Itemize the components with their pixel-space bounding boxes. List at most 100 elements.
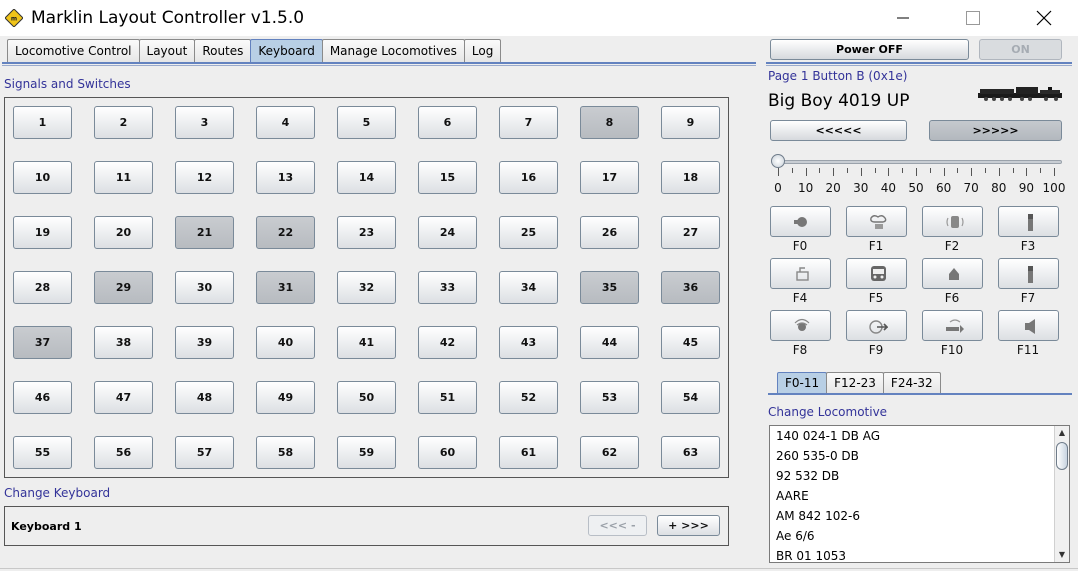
signal-key-4[interactable]: 4 — [256, 106, 315, 139]
signal-key-6[interactable]: 6 — [418, 106, 477, 139]
signal-key-28[interactable]: 28 — [13, 271, 72, 304]
signal-key-62[interactable]: 62 — [580, 436, 639, 469]
signal-key-3[interactable]: 3 — [175, 106, 234, 139]
signal-key-47[interactable]: 47 — [94, 381, 153, 414]
list-item[interactable]: Ae 6/6 — [776, 529, 815, 543]
power-off-button[interactable]: Power OFF — [770, 39, 969, 60]
scroll-down-icon[interactable]: ▼ — [1055, 548, 1069, 562]
function-button-f7[interactable] — [998, 258, 1059, 289]
signal-key-22[interactable]: 22 — [256, 216, 315, 249]
signal-key-15[interactable]: 15 — [418, 161, 477, 194]
signal-key-49[interactable]: 49 — [256, 381, 315, 414]
signal-key-54[interactable]: 54 — [661, 381, 720, 414]
signal-key-8[interactable]: 8 — [580, 106, 639, 139]
signal-key-7[interactable]: 7 — [499, 106, 558, 139]
tab-layout[interactable]: Layout — [138, 39, 196, 62]
signal-key-48[interactable]: 48 — [175, 381, 234, 414]
previous-keyboard-button[interactable]: <<< - — [588, 515, 647, 536]
forward-direction-button[interactable]: >>>>> — [929, 120, 1062, 141]
signal-key-35[interactable]: 35 — [580, 271, 639, 304]
close-icon[interactable] — [1020, 2, 1066, 34]
list-item[interactable]: BR 01 1053 — [776, 549, 846, 562]
signal-key-29[interactable]: 29 — [94, 271, 153, 304]
function-button-f3[interactable] — [998, 206, 1059, 237]
function-button-f6[interactable] — [922, 258, 983, 289]
signal-key-20[interactable]: 20 — [94, 216, 153, 249]
minimize-icon[interactable] — [880, 2, 926, 34]
signal-key-19[interactable]: 19 — [13, 216, 72, 249]
signal-key-45[interactable]: 45 — [661, 326, 720, 359]
signal-key-60[interactable]: 60 — [418, 436, 477, 469]
signal-key-38[interactable]: 38 — [94, 326, 153, 359]
signal-key-41[interactable]: 41 — [337, 326, 396, 359]
tab-log[interactable]: Log — [463, 39, 502, 62]
tab-keyboard[interactable]: Keyboard — [250, 39, 323, 62]
function-button-f2[interactable] — [922, 206, 983, 237]
signal-key-11[interactable]: 11 — [94, 161, 153, 194]
signal-key-44[interactable]: 44 — [580, 326, 639, 359]
signal-key-10[interactable]: 10 — [13, 161, 72, 194]
signal-key-13[interactable]: 13 — [256, 161, 315, 194]
function-button-f11[interactable] — [998, 310, 1059, 341]
function-button-f5[interactable] — [846, 258, 907, 289]
signal-key-61[interactable]: 61 — [499, 436, 558, 469]
function-button-f1[interactable] — [846, 206, 907, 237]
signal-key-18[interactable]: 18 — [661, 161, 720, 194]
signal-key-39[interactable]: 39 — [175, 326, 234, 359]
signal-key-37[interactable]: 37 — [13, 326, 72, 359]
signal-key-59[interactable]: 59 — [337, 436, 396, 469]
tab-locomotive-control[interactable]: Locomotive Control — [7, 39, 140, 62]
list-item[interactable]: AM 842 102-6 — [776, 509, 860, 523]
signal-key-25[interactable]: 25 — [499, 216, 558, 249]
signal-key-16[interactable]: 16 — [499, 161, 558, 194]
signal-key-24[interactable]: 24 — [418, 216, 477, 249]
signal-key-21[interactable]: 21 — [175, 216, 234, 249]
signal-key-42[interactable]: 42 — [418, 326, 477, 359]
signal-key-14[interactable]: 14 — [337, 161, 396, 194]
signal-key-52[interactable]: 52 — [499, 381, 558, 414]
list-item[interactable]: 260 535-0 DB — [776, 449, 859, 463]
function-button-f0[interactable] — [770, 206, 831, 237]
function-button-f4[interactable] — [770, 258, 831, 289]
speed-slider-thumb[interactable] — [771, 154, 785, 168]
signal-key-17[interactable]: 17 — [580, 161, 639, 194]
signal-key-26[interactable]: 26 — [580, 216, 639, 249]
tab-f0-11[interactable]: F0-11 — [777, 372, 828, 393]
signal-key-63[interactable]: 63 — [661, 436, 720, 469]
signal-key-57[interactable]: 57 — [175, 436, 234, 469]
signal-key-51[interactable]: 51 — [418, 381, 477, 414]
reverse-direction-button[interactable]: <<<<< — [770, 120, 907, 141]
list-item[interactable]: AARE — [776, 489, 809, 503]
signal-key-30[interactable]: 30 — [175, 271, 234, 304]
maximize-icon[interactable] — [950, 2, 996, 34]
function-button-f10[interactable] — [922, 310, 983, 341]
signal-key-50[interactable]: 50 — [337, 381, 396, 414]
tab-manage-locomotives[interactable]: Manage Locomotives — [321, 39, 465, 62]
signal-key-2[interactable]: 2 — [94, 106, 153, 139]
list-scrollbar[interactable]: ▲ ▼ — [1054, 426, 1069, 562]
list-item[interactable]: 140 024-1 DB AG — [776, 429, 880, 443]
list-item[interactable]: 92 532 DB — [776, 469, 839, 483]
scrollbar-thumb[interactable] — [1056, 442, 1068, 470]
signal-key-27[interactable]: 27 — [661, 216, 720, 249]
signal-key-53[interactable]: 53 — [580, 381, 639, 414]
signal-key-46[interactable]: 46 — [13, 381, 72, 414]
signal-key-36[interactable]: 36 — [661, 271, 720, 304]
next-keyboard-button[interactable]: + >>> — [657, 515, 720, 536]
signal-key-40[interactable]: 40 — [256, 326, 315, 359]
power-on-button[interactable]: ON — [979, 39, 1062, 60]
signal-key-1[interactable]: 1 — [13, 106, 72, 139]
signal-key-9[interactable]: 9 — [661, 106, 720, 139]
tab-routes[interactable]: Routes — [194, 39, 252, 62]
signal-key-55[interactable]: 55 — [13, 436, 72, 469]
scroll-up-icon[interactable]: ▲ — [1055, 426, 1069, 440]
signal-key-31[interactable]: 31 — [256, 271, 315, 304]
signal-key-34[interactable]: 34 — [499, 271, 558, 304]
signal-key-32[interactable]: 32 — [337, 271, 396, 304]
signal-key-33[interactable]: 33 — [418, 271, 477, 304]
function-button-f9[interactable] — [846, 310, 907, 341]
signal-key-12[interactable]: 12 — [175, 161, 234, 194]
signal-key-43[interactable]: 43 — [499, 326, 558, 359]
tab-f12-23[interactable]: F12-23 — [826, 372, 884, 393]
signal-key-56[interactable]: 56 — [94, 436, 153, 469]
